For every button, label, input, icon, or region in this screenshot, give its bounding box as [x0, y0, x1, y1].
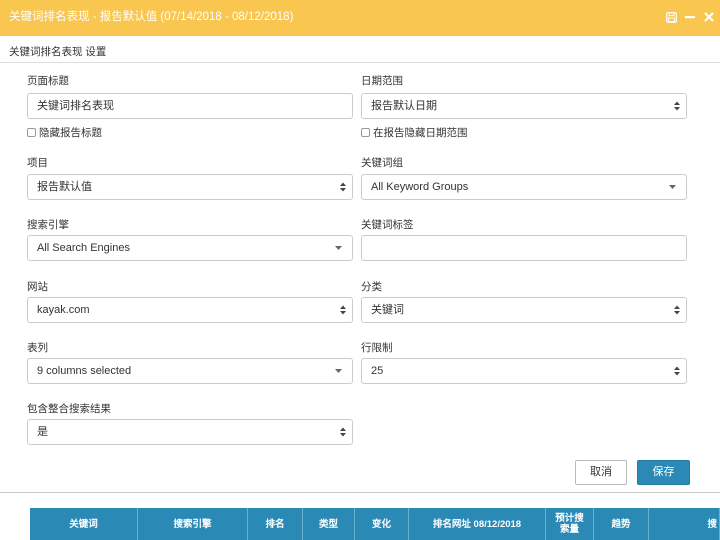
date-range-label: 日期范围	[361, 75, 403, 87]
settings-header: 关键词排名表现 设置	[0, 36, 720, 63]
keyword-tag-label: 关键词标签	[361, 219, 414, 231]
keyword-group-select[interactable]: All Keyword Groups	[361, 174, 687, 200]
caret-down-icon	[335, 236, 342, 260]
hide-date-label: 在报告隐藏日期范围	[373, 127, 468, 139]
column-header-search-volume[interactable]: 预计搜索量	[546, 508, 594, 540]
search-engine-select[interactable]: All Search Engines	[27, 235, 353, 261]
search-engine-label: 搜索引擎	[27, 219, 69, 231]
columns-label: 表列	[27, 342, 48, 354]
category-label: 分类	[361, 281, 382, 293]
category-select[interactable]: 关键词	[361, 297, 687, 323]
close-icon[interactable]	[702, 10, 716, 24]
caret-down-icon	[669, 175, 676, 199]
column-header-trend[interactable]: 趋势	[594, 508, 649, 540]
project-select[interactable]: 报告默认值	[27, 174, 353, 200]
settings-heading: 关键词排名表现 设置	[9, 46, 107, 58]
column-header-ranking-url[interactable]: 排名网址 08/12/2018	[409, 508, 546, 540]
hide-date-checkbox[interactable]: 在报告隐藏日期范围	[361, 125, 468, 140]
window-titlebar: 关键词排名表现 - 报告默认值 (07/14/2018 - 08/12/2018…	[0, 0, 720, 36]
column-header-keyword[interactable]: 关键词	[30, 508, 138, 540]
hide-title-checkbox[interactable]: 隐藏报告标题	[27, 125, 102, 140]
section-divider	[0, 492, 720, 493]
project-label: 项目	[27, 157, 48, 169]
project-value: 报告默认值	[37, 181, 92, 193]
report-table-header: 关键词 搜索引擎 排名 类型 变化 排名网址 08/12/2018 预计搜索量 …	[30, 508, 720, 540]
caret-down-icon	[335, 359, 342, 383]
site-select[interactable]: kayak.com	[27, 297, 353, 323]
hide-title-label: 隐藏报告标题	[39, 127, 102, 139]
column-header-more[interactable]: 搜	[649, 508, 720, 540]
save-button[interactable]: 保存	[637, 460, 690, 485]
category-value: 关键词	[371, 304, 404, 316]
column-header-type[interactable]: 类型	[303, 508, 355, 540]
search-engine-value: All Search Engines	[37, 242, 130, 254]
date-range-select[interactable]: 报告默认日期	[361, 93, 687, 119]
columns-value: 9 columns selected	[37, 365, 132, 377]
column-header-rank[interactable]: 排名	[248, 508, 303, 540]
site-value: kayak.com	[37, 304, 90, 316]
hide-title-checkbox-box[interactable]	[27, 128, 36, 137]
column-header-change[interactable]: 变化	[355, 508, 409, 540]
window-controls	[664, 10, 716, 24]
up-down-arrows-icon	[674, 298, 680, 322]
up-down-arrows-icon	[340, 298, 346, 322]
keyword-group-value: All Keyword Groups	[371, 181, 469, 193]
page-title-label: 页面标题	[27, 75, 69, 87]
save-icon[interactable]	[664, 10, 678, 24]
up-down-arrows-icon	[340, 175, 346, 199]
row-limit-value: 25	[371, 365, 384, 377]
keyword-group-label: 关键词组	[361, 157, 403, 169]
page-title-input[interactable]: 关键词排名表现	[27, 93, 353, 119]
keyword-tag-input[interactable]	[361, 235, 687, 261]
column-header-search-engine[interactable]: 搜索引擎	[138, 508, 248, 540]
cancel-button[interactable]: 取消	[575, 460, 627, 485]
columns-select[interactable]: 9 columns selected	[27, 358, 353, 384]
row-limit-select[interactable]: 25	[361, 358, 687, 384]
up-down-arrows-icon	[674, 359, 680, 383]
window-title: 关键词排名表现 - 报告默认值 (07/14/2018 - 08/12/2018…	[9, 11, 294, 23]
include-universal-label: 包含整合搜索结果	[27, 403, 111, 415]
site-label: 网站	[27, 281, 48, 293]
up-down-arrows-icon	[674, 94, 680, 118]
row-limit-label: 行限制	[361, 342, 393, 354]
date-range-value: 报告默认日期	[371, 100, 437, 112]
page-title-value: 关键词排名表现	[37, 100, 114, 112]
up-down-arrows-icon	[340, 420, 346, 444]
minimize-icon[interactable]	[683, 10, 697, 24]
hide-date-checkbox-box[interactable]	[361, 128, 370, 137]
include-universal-select[interactable]: 是	[27, 419, 353, 445]
include-universal-value: 是	[37, 426, 48, 438]
